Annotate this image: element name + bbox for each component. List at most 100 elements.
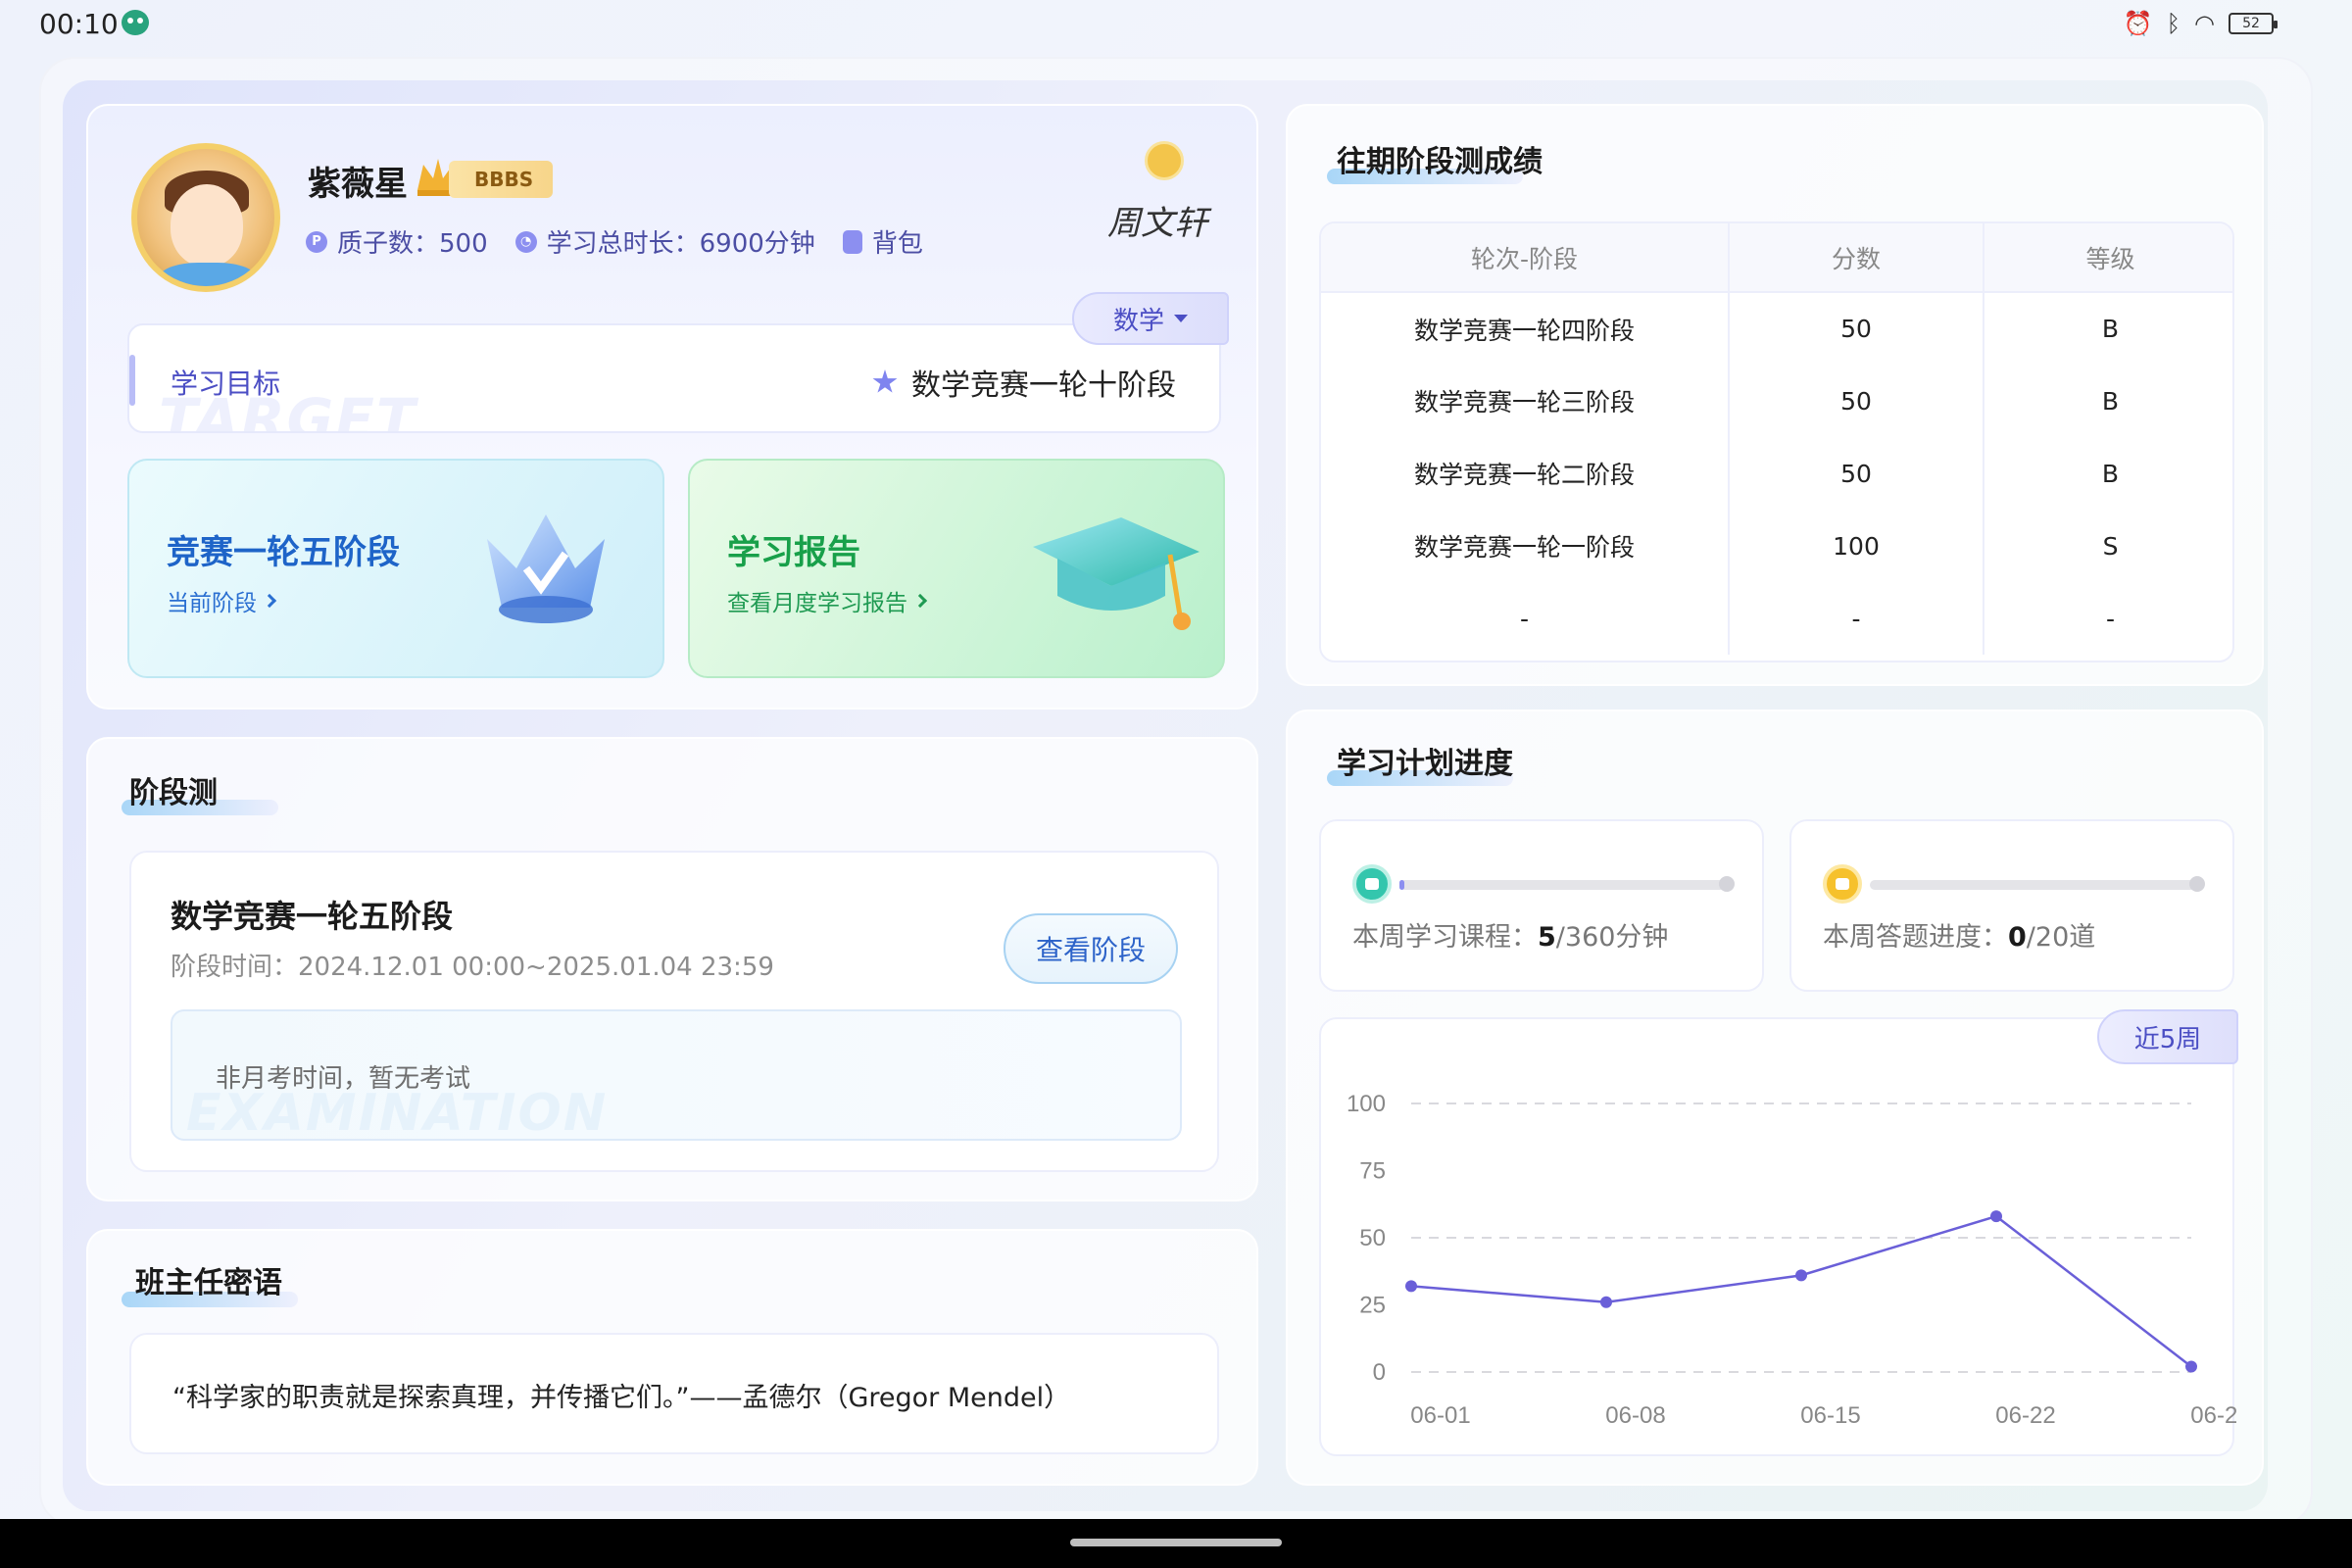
stage-time: 阶段时间：2024.12.01 00:00~2025.01.04 23:59 [171,953,774,982]
battery-icon: 52 [2229,13,2278,34]
alarm-icon: ⏰ [2123,10,2153,37]
cell-stage: 数学竞赛一轮二阶段 [1413,461,1635,489]
line-chart: 100 75 50 25 0 06-01 06-08 06-15 06-22 06-29 [1347,1091,2236,1429]
progress-end-dot [1719,876,1735,892]
answer-progress-text: 本周答题进度：0/20道 [1823,922,2096,953]
user-name: 紫薇星 [308,165,408,204]
wifi-icon: ◠ [2194,10,2215,37]
course-progress-fill [1399,880,1404,890]
y-tick-label: 0 [1373,1359,1386,1386]
course-progress-track [1399,880,1725,890]
chevron-right-icon [912,593,928,609]
quote-text: “科学家的职责就是探索真理，并传播它们。”——孟德尔（Gregor Mendel… [172,1383,1071,1413]
table-row: 数学竞赛一轮三阶段 50 B [1321,365,2232,437]
cell-score: 50 [1728,365,1984,437]
answer-progress-card: 本周答题进度：0/20道 [1789,819,2234,992]
study-time: 学习总时长：6900分钟 [546,229,815,259]
data-point [1795,1269,1807,1282]
data-point [2185,1360,2197,1373]
status-time: 00:10 [39,8,119,40]
data-point [1990,1210,2002,1223]
cell-stage: 数学竞赛一轮一阶段 [1413,533,1635,562]
stage-test-title: 阶段测 [129,776,218,810]
exam-status-box: EXAMINATION 非月考时间，暂无考试 [171,1009,1182,1141]
past-scores-card: 往期阶段测成绩 轮次-阶段 分数 等级 数学竞赛一轮四阶段 50 B 数学竞赛一… [1286,104,2264,686]
course-progress-text: 本周学习课程：5/360分钟 [1352,922,1669,953]
cell-grade: - [1983,582,2232,655]
stage-panel: 数学竞赛一轮五阶段 阶段时间：2024.12.01 00:00~2025.01.… [129,851,1219,1172]
profile-stats: P 质子数：500 ◔ 学习总时长：6900分钟 背包 [306,223,923,260]
scores-table: 轮次-阶段 分数 等级 数学竞赛一轮四阶段 50 B 数学竞赛一轮三阶段 50 … [1319,221,2234,662]
teacher-medal-icon [1145,141,1184,180]
cell-grade: B [1983,437,2232,510]
subject-dropdown[interactable]: 数学 [1072,292,1229,345]
app-notification-icon [122,10,149,35]
table-row: 数学竞赛一轮二阶段 50 B [1321,437,2232,510]
clock-icon: ◔ [514,230,537,253]
table-row: - - - [1321,582,2232,655]
answer-icon [1823,864,1862,904]
cell-stage: - [1519,604,1530,633]
study-plan-title: 学习计划进度 [1337,747,1513,781]
stage-test-card: 阶段测 数学竞赛一轮五阶段 阶段时间：2024.12.01 00:00~2025… [86,737,1258,1201]
goal-value: 数学竞赛一轮十阶段 [872,361,1176,404]
bluetooth-icon: ᛒ [2166,10,2181,37]
cell-grade: B [1983,292,2232,365]
study-plan-card: 学习计划进度 本周学习课程：5/360分钟 本周答题进度：0/20道 100 75… [1286,710,2264,1486]
stage-name: 数学竞赛一轮五阶段 [171,898,454,935]
home-gesture-handle[interactable] [1070,1539,1282,1546]
x-tick-label: 06-29 [2190,1402,2236,1429]
table-row: 数学竞赛一轮四阶段 50 B [1321,292,2232,365]
study-goal: TARGET 学习目标 数学竞赛一轮十阶段 [127,323,1221,433]
goal-label: 学习目标 [171,368,281,400]
progress-chart: 100 75 50 25 0 06-01 06-08 06-15 06-22 06-29 近5周 [1319,1009,2238,1456]
x-tick-label: 06-08 [1605,1402,1665,1429]
teacher-signature: 周文轩 [1107,204,1207,243]
current-stage-tile[interactable]: 竞赛一轮五阶段 当前阶段 [127,459,664,678]
answer-progress-track [1870,880,2195,890]
range-selector[interactable]: 近5周 [2097,1009,2238,1064]
study-time-stat: ◔ 学习总时长：6900分钟 [514,223,815,260]
course-progress-card: 本周学习课程：5/360分钟 [1319,819,1764,992]
exam-status-text: 非月考时间，暂无考试 [216,1064,471,1094]
data-point [1405,1280,1417,1293]
cell-grade: S [1983,510,2232,582]
proton-stat: P 质子数：500 [306,223,488,260]
p-icon: P [306,230,327,253]
cell-score: 100 [1728,510,1984,582]
cell-grade: B [1983,365,2232,437]
teacher-message-title: 班主任密语 [135,1266,282,1300]
table-header: 轮次-阶段 分数 等级 [1321,223,2232,293]
current-stage-link[interactable]: 当前阶段 [167,584,277,617]
current-stage-title: 竞赛一轮五阶段 [167,533,400,572]
avatar[interactable] [131,143,280,292]
quote-panel: “科学家的职责就是探索真理，并传播它们。”——孟德尔（Gregor Mendel… [129,1333,1219,1454]
rank-badge: BBBS [449,161,554,198]
view-stage-button[interactable]: 查看阶段 [1004,913,1178,984]
bag-icon [842,229,862,254]
y-tick-label: 100 [1347,1091,1386,1117]
y-tick-label: 50 [1359,1225,1386,1251]
backpack-link[interactable]: 背包 [842,223,923,260]
x-tick-label: 06-22 [1995,1402,2055,1429]
proton-count: 质子数：500 [337,229,488,259]
cell-stage: 数学竞赛一轮四阶段 [1413,316,1635,345]
header-grade: 等级 [1983,223,2232,293]
progress-end-dot [2189,876,2205,892]
data-point [1600,1296,1612,1308]
crown-illustration [487,514,605,623]
monthly-report-link[interactable]: 查看月度学习报告 [727,584,928,617]
backpack-label: 背包 [871,229,923,259]
header-score: 分数 [1728,223,1984,293]
x-tick-label: 06-01 [1410,1402,1470,1429]
y-tick-label: 75 [1359,1158,1386,1185]
series-line [1410,1214,2192,1368]
header-round-stage: 轮次-阶段 [1321,223,1729,293]
course-icon [1352,864,1392,904]
teacher-message-card: 班主任密语 “科学家的职责就是探索真理，并传播它们。”——孟德尔（Gregor … [86,1229,1258,1486]
cell-score: 50 [1728,292,1984,365]
status-icons: ⏰ ᛒ ◠ 52 [2123,10,2278,37]
star-icon [872,369,898,393]
profile-card: 紫薇星 BBBS P 质子数：500 ◔ 学习总时长：6900分钟 背包 周文轩… [86,104,1258,710]
study-report-tile[interactable]: 学习报告 查看月度学习报告 [688,459,1225,678]
